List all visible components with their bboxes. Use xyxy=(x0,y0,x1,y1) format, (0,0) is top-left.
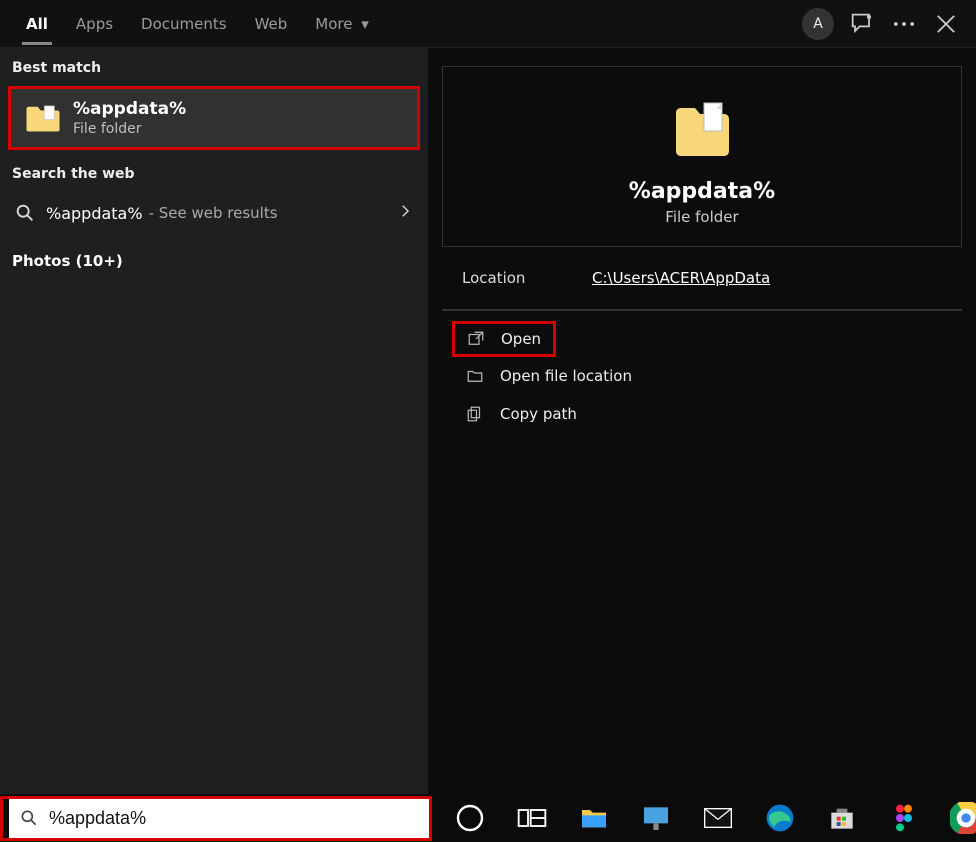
actions-list: Open Open file location Copy path xyxy=(442,310,962,443)
figma-icon[interactable] xyxy=(888,802,920,834)
taskbar xyxy=(0,794,976,842)
tab-apps[interactable]: Apps xyxy=(62,3,127,45)
web-result[interactable]: %appdata% - See web results xyxy=(0,188,428,238)
open-action-wrapper: Open xyxy=(452,321,952,357)
open-icon xyxy=(467,330,485,348)
folder-location-icon xyxy=(466,367,484,385)
folder-icon xyxy=(25,103,61,133)
chrome-icon[interactable] xyxy=(950,802,976,834)
folder-icon xyxy=(672,97,732,161)
header-actions: A xyxy=(802,8,976,40)
chevron-down-icon: ▾ xyxy=(361,15,369,33)
preview-subtitle: File folder xyxy=(463,208,941,226)
more-options-icon[interactable] xyxy=(890,10,918,38)
copy-icon xyxy=(466,405,484,423)
search-input[interactable] xyxy=(49,808,419,829)
best-match-result[interactable]: %appdata% File folder xyxy=(8,86,420,150)
paint-icon[interactable] xyxy=(640,802,672,834)
chevron-right-icon xyxy=(396,202,414,224)
best-match-label: Best match xyxy=(0,48,428,82)
taskbar-icons xyxy=(454,802,976,834)
search-tabs: All Apps Documents Web More ▾ xyxy=(0,3,383,45)
cortana-icon[interactable] xyxy=(454,802,486,834)
tab-all[interactable]: All xyxy=(12,3,62,45)
taskbar-searchbox[interactable] xyxy=(9,799,429,838)
header-bar: All Apps Documents Web More ▾ A xyxy=(0,0,976,48)
open-file-location-action[interactable]: Open file location xyxy=(452,357,952,395)
open-label: Open xyxy=(501,330,541,348)
photos-label[interactable]: Photos (10+) xyxy=(0,238,428,284)
search-icon xyxy=(14,202,36,224)
close-icon[interactable] xyxy=(932,10,960,38)
preview-pane: %appdata% File folder Location C:\Users\… xyxy=(428,48,976,794)
result-subtitle: File folder xyxy=(73,121,186,137)
search-icon xyxy=(19,808,39,828)
web-result-sub: - See web results xyxy=(149,204,278,222)
web-result-name: %appdata% xyxy=(46,204,143,223)
feedback-icon[interactable] xyxy=(848,10,876,38)
mail-icon[interactable] xyxy=(702,802,734,834)
tab-more[interactable]: More ▾ xyxy=(301,3,383,45)
location-row: Location C:\Users\ACER\AppData xyxy=(442,247,962,310)
file-explorer-icon[interactable] xyxy=(578,802,610,834)
copy-path-label: Copy path xyxy=(500,405,577,423)
preview-title: %appdata% xyxy=(463,179,941,204)
result-title: %appdata% xyxy=(73,99,186,119)
searchbox-highlight xyxy=(0,796,432,841)
tab-web[interactable]: Web xyxy=(241,3,302,45)
edge-icon[interactable] xyxy=(764,802,796,834)
open-action[interactable]: Open xyxy=(452,321,556,357)
results-pane: Best match %appdata% File folder Search … xyxy=(0,48,428,794)
search-web-label: Search the web xyxy=(0,154,428,188)
store-icon[interactable] xyxy=(826,802,858,834)
task-view-icon[interactable] xyxy=(516,802,548,834)
preview-card: %appdata% File folder xyxy=(442,66,962,247)
tab-documents[interactable]: Documents xyxy=(127,3,241,45)
location-label: Location xyxy=(462,269,592,287)
tab-more-label: More xyxy=(315,15,352,33)
location-value[interactable]: C:\Users\ACER\AppData xyxy=(592,269,770,287)
open-location-label: Open file location xyxy=(500,367,632,385)
copy-path-action[interactable]: Copy path xyxy=(452,395,952,433)
avatar[interactable]: A xyxy=(802,8,834,40)
